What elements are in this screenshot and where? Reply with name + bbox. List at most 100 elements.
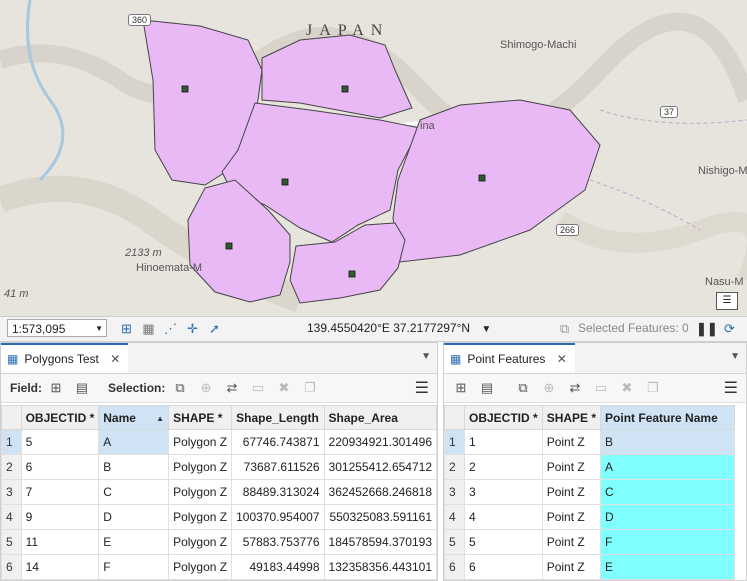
name-cell[interactable]: D [98,504,170,530]
column-header-sorted[interactable]: Name ▲ [98,405,170,430]
shape-cell[interactable]: Point Z [541,504,602,530]
tab-polygons-test[interactable]: ▦ Polygons Test ✕ [1,343,129,373]
objectid-cell[interactable]: 7 [20,479,100,505]
row-number[interactable]: 4 [444,504,465,530]
shape-cell[interactable]: Point Z [541,429,602,455]
close-icon[interactable]: ✕ [557,352,567,366]
table-row[interactable]: 4 9 D Polygon Z 100370.954007 550325083.… [1,504,437,530]
objectid-cell[interactable]: 11 [20,529,100,555]
clear-selection-icon[interactable]: ▭ [592,379,610,397]
table-row[interactable]: 1 5 A Polygon Z 67746.743871 220934921.3… [1,429,437,455]
switch-selection-icon[interactable]: ⇄ [566,379,584,397]
point-name-cell[interactable]: A [600,454,736,480]
objectid-cell[interactable]: 1 [464,429,543,455]
shape-length-cell[interactable]: 67746.743871 [231,429,325,455]
select-by-attributes-icon[interactable]: ⧉ [514,379,532,397]
objectid-cell[interactable]: 6 [20,454,100,480]
delete-selection-icon[interactable]: ✖ [618,379,636,397]
delete-selection-icon[interactable]: ✖ [275,379,293,397]
row-number[interactable]: 6 [444,554,465,580]
shape-length-cell[interactable]: 100370.954007 [231,504,325,530]
point-name-cell[interactable]: D [600,504,736,530]
shape-cell[interactable]: Polygon Z [168,454,233,480]
point-name-cell[interactable]: F [600,529,736,555]
row-number[interactable]: 1 [1,429,22,455]
map-canvas[interactable] [0,0,747,316]
shape-length-cell[interactable]: 88489.313024 [231,479,325,505]
field-view-icon[interactable]: ▤ [73,379,91,397]
name-cell[interactable]: B [98,454,170,480]
scale-selector[interactable]: 1:573,095 ▼ [7,319,107,337]
shape-area-cell[interactable]: 184578594.370193 [323,529,437,555]
copy-selection-icon[interactable]: ❐ [301,379,319,397]
table-row[interactable]: 3 3 Point Z C [444,479,736,505]
column-header[interactable]: Shape_Area [323,405,437,430]
shape-cell[interactable]: Point Z [541,479,602,505]
row-number[interactable]: 3 [444,479,465,505]
crosshair-icon[interactable]: ✛ [185,321,200,336]
shape-area-cell[interactable]: 362452668.246818 [323,479,437,505]
name-cell[interactable]: F [98,554,170,580]
column-header[interactable]: Point Feature Name [600,405,736,430]
menu-icon[interactable]: ☰ [724,378,738,398]
refresh-icon[interactable]: ⟳ [722,321,737,336]
name-cell[interactable]: C [98,479,170,505]
table-row[interactable]: 6 14 F Polygon Z 49183.44998 132358356.4… [1,554,437,580]
shape-length-cell[interactable]: 57883.753776 [231,529,325,555]
objectid-cell[interactable]: 14 [20,554,100,580]
objectid-cell[interactable]: 4 [464,504,543,530]
tab-point-features[interactable]: ▦ Point Features ✕ [444,343,575,373]
column-header[interactable]: SHAPE * [541,405,602,430]
grid-select-icon[interactable]: ⊞ [119,321,134,336]
switch-selection-icon[interactable]: ⇄ [223,379,241,397]
add-field-icon[interactable]: ⊞ [452,379,470,397]
shape-area-cell[interactable]: 220934921.301496 [323,429,437,455]
column-header[interactable]: Shape_Length [231,405,325,430]
row-number[interactable]: 6 [1,554,22,580]
row-number[interactable]: 1 [444,429,465,455]
close-icon[interactable]: ✕ [110,352,120,366]
shape-cell[interactable]: Point Z [541,454,602,480]
shape-cell[interactable]: Polygon Z [168,529,233,555]
shape-length-cell[interactable]: 73687.611526 [231,454,325,480]
selection-icon[interactable]: ⧉ [557,321,572,336]
table-row[interactable]: 6 6 Point Z E [444,554,736,580]
objectid-cell[interactable]: 5 [20,429,100,455]
name-cell[interactable]: A [98,429,170,455]
name-cell[interactable]: E [98,529,170,555]
shape-area-cell[interactable]: 550325083.591161 [323,504,437,530]
column-header[interactable]: OBJECTID * [20,405,100,430]
column-header[interactable]: SHAPE * [168,405,233,430]
objectid-cell[interactable]: 5 [464,529,543,555]
shape-area-cell[interactable]: 132358356.443101 [323,554,437,580]
legend-icon[interactable]: ☰ [716,292,738,310]
row-number[interactable]: 4 [1,504,22,530]
row-number[interactable]: 2 [444,454,465,480]
shape-length-cell[interactable]: 49183.44998 [231,554,325,580]
navigation-icon[interactable]: ➚ [207,321,222,336]
row-number[interactable]: 3 [1,479,22,505]
menu-icon[interactable]: ☰ [415,378,429,398]
column-header[interactable]: OBJECTID * [464,405,543,430]
clear-selection-icon[interactable]: ▭ [249,379,267,397]
snapping-icon[interactable]: ⋰ [163,321,178,336]
objectid-cell[interactable]: 9 [20,504,100,530]
copy-selection-icon[interactable]: ❐ [644,379,662,397]
shape-cell[interactable]: Polygon Z [168,479,233,505]
shape-cell[interactable]: Polygon Z [168,554,233,580]
zoom-to-selection-icon[interactable]: ⊕ [540,379,558,397]
select-by-attributes-icon[interactable]: ⧉ [171,379,189,397]
row-number[interactable]: 5 [444,529,465,555]
shape-cell[interactable]: Polygon Z [168,504,233,530]
chevron-down-icon[interactable]: ▼ [730,351,740,362]
shape-area-cell[interactable]: 301255412.654712 [323,454,437,480]
add-field-icon[interactable]: ⊞ [47,379,65,397]
table-row[interactable]: 3 7 C Polygon Z 88489.313024 362452668.2… [1,479,437,505]
point-name-cell[interactable]: E [600,554,736,580]
point-name-cell[interactable]: C [600,479,736,505]
shape-cell[interactable]: Polygon Z [168,429,233,455]
shape-cell[interactable]: Point Z [541,529,602,555]
table-row[interactable]: 5 11 E Polygon Z 57883.753776 184578594.… [1,529,437,555]
pause-icon[interactable]: ❚❚ [696,321,718,336]
table-row[interactable]: 5 5 Point Z F [444,529,736,555]
